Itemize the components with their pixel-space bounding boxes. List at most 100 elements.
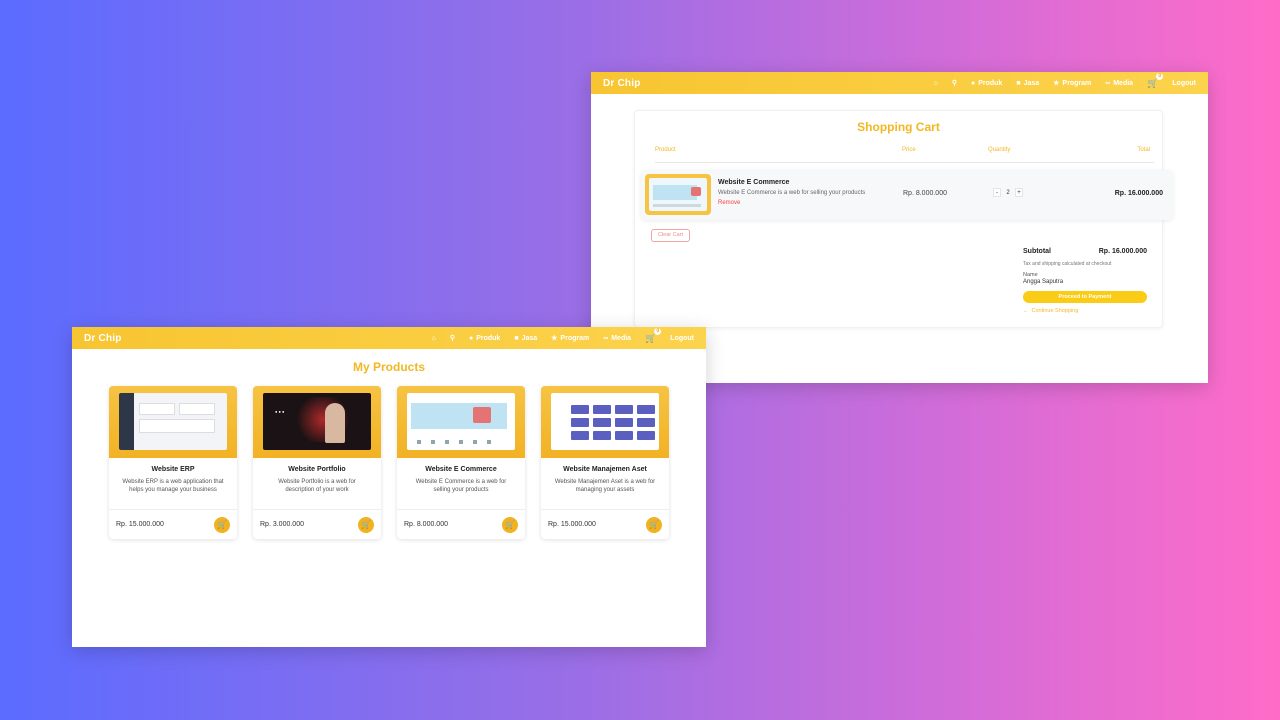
product-card: Website ERP Website ERP is a web applica… (109, 386, 237, 539)
search-icon[interactable]: ⚲ (952, 79, 957, 87)
home-icon[interactable]: ⌂ (432, 335, 436, 342)
nav-item-media[interactable]: ∞ Media (1105, 80, 1133, 87)
product-image (109, 386, 237, 458)
nav-item-media[interactable]: ∞ Media (603, 335, 631, 342)
nav-menu: ⌂ ⚲ ● Produk ■ Jasa ★ Program ∞ Media 🛒 0 Log… (432, 327, 694, 344)
product-image (541, 386, 669, 458)
nav-item-program[interactable]: ★ Program (1053, 80, 1091, 87)
product-price: Rp. 15.000.000 (548, 521, 596, 528)
star-icon: ★ (551, 334, 558, 342)
cart-count-badge: 0 (1156, 72, 1164, 80)
product-price: Rp. 15.000.000 (116, 521, 164, 528)
nav-item-jasa[interactable]: ■ Jasa (1016, 80, 1039, 87)
product-description: Website ERP is a web application that he… (122, 479, 224, 493)
product-footer: Rp. 3.000.000 🛒 (253, 509, 381, 539)
cart-summary: Subtotal Rp. 16.000.000 Tax and shipping… (1023, 248, 1147, 314)
nav-item-label: Program (560, 334, 590, 342)
increment-button[interactable]: + (1015, 188, 1023, 197)
product-price: Rp. 8.000.000 (404, 521, 448, 528)
nav-menu: ⌂ ⚲ ● Produk ■ Jasa ★ Program ∞ Media 🛒 0 Log… (934, 72, 1196, 89)
cart-item-total: Rp. 16.000.000 (1114, 190, 1163, 197)
product-name: Website E Commerce (425, 466, 497, 473)
nav-item-produk[interactable]: ● Produk (469, 335, 500, 342)
proceed-to-payment-button[interactable]: Proceed to Payment (1023, 291, 1147, 303)
nav-item-jasa[interactable]: ■ Jasa (514, 335, 537, 342)
nav-item-label: Program (1062, 79, 1092, 87)
page-title: My Products (352, 360, 425, 374)
products-window: Dr Chip ⌂ ⚲ ● Produk ■ Jasa ★ Program ∞ Medi… (72, 327, 706, 647)
product-card: Website E Commerce Website E Commerce is… (397, 386, 525, 539)
nav-item-program[interactable]: ★ Program (551, 335, 589, 342)
tag-icon: ● (970, 79, 976, 87)
brand-logo[interactable]: Dr Chip (84, 333, 432, 344)
subtotal-row: Subtotal Rp. 16.000.000 (1023, 248, 1147, 255)
logout-link[interactable]: Logout (1172, 80, 1196, 87)
header-total: Total (1137, 147, 1150, 153)
nav-item-label: Media (1113, 79, 1134, 87)
link-icon: ∞ (603, 334, 609, 342)
subtotal-label: Subtotal (1023, 248, 1051, 255)
product-footer: Rp. 8.000.000 🛒 (397, 509, 525, 539)
navbar: Dr Chip ⌂ ⚲ ● Produk ■ Jasa ★ Program ∞ Medi… (591, 72, 1208, 94)
tag-icon: ● (468, 334, 474, 342)
cart-card: Shopping Cart Product Price Quantity Tot… (634, 110, 1173, 328)
continue-shopping-link[interactable]: ← Continue Shopping (1023, 308, 1147, 314)
subtotal-value: Rp. 16.000.000 (1098, 248, 1147, 255)
logout-link[interactable]: Logout (670, 335, 694, 342)
nav-item-label: Jasa (1023, 79, 1040, 87)
product-card: Website Manajemen Aset Website Manajemen… (541, 386, 669, 539)
product-thumbnail (645, 174, 711, 215)
briefcase-icon: ■ (514, 334, 519, 342)
decrement-button[interactable]: - (993, 188, 1001, 197)
cart-item-price: Rp. 8.000.000 (903, 190, 947, 197)
tax-note: Tax and shipping calculated at checkout (1023, 261, 1112, 267)
arrow-left-icon: ← (1023, 308, 1029, 314)
brand-logo[interactable]: Dr Chip (603, 78, 934, 89)
nav-item-label: Media (611, 334, 632, 342)
nav-item-label: Produk (476, 334, 501, 342)
product-price: Rp. 3.000.000 (260, 521, 304, 528)
nav-item-label: Jasa (521, 334, 538, 342)
name-label: Name (1023, 272, 1038, 278)
add-to-cart-button[interactable]: 🛒 (646, 516, 662, 533)
navbar: Dr Chip ⌂ ⚲ ● Produk ■ Jasa ★ Program ∞ Medi… (72, 327, 706, 349)
cart-table-header: Product Price Quantity Total (655, 147, 1154, 163)
product-image: ● ● ● (253, 386, 381, 458)
cart-count-badge: 0 (654, 327, 662, 335)
cart-item-description: Website E Commerce is a web for selling … (718, 190, 866, 196)
star-icon: ★ (1053, 79, 1060, 87)
product-name: Website ERP (151, 466, 195, 473)
name-value: Angga Saputra (1023, 279, 1064, 285)
add-to-cart-button[interactable]: 🛒 (358, 516, 374, 533)
link-icon: ∞ (1105, 79, 1111, 87)
product-name: Website Manajemen Aset (563, 466, 647, 473)
product-description: Website Portfolio is a web for descripti… (278, 479, 356, 493)
product-image (397, 386, 525, 458)
cart-icon[interactable]: 🛒 0 (645, 327, 662, 344)
product-card: ● ● ● Website Portfolio Website Portfoli… (253, 386, 381, 539)
product-description: Website Manajemen Aset is a web for mana… (554, 479, 656, 493)
cart-item-row: Website E Commerce Website E Commerce is… (641, 170, 1173, 220)
header-quantity: Quantity (988, 147, 1011, 153)
remove-link[interactable]: Remove (718, 200, 740, 206)
product-footer: Rp. 15.000.000 🛒 (109, 509, 237, 539)
header-product: Product (655, 147, 676, 153)
add-to-cart-button[interactable]: 🛒 (214, 516, 230, 533)
add-to-cart-button[interactable]: 🛒 (502, 516, 518, 533)
quantity-stepper: - 2 + (993, 188, 1023, 197)
home-icon[interactable]: ⌂ (934, 80, 938, 87)
nav-item-produk[interactable]: ● Produk (971, 80, 1002, 87)
continue-shopping-label: Continue Shopping (1031, 308, 1079, 314)
header-price: Price (902, 147, 916, 153)
cart-icon[interactable]: 🛒 0 (1147, 72, 1164, 89)
clear-cart-button[interactable]: Clear Cart (651, 229, 690, 242)
page-title: Shopping Cart (857, 120, 940, 134)
cart-item-name: Website E Commerce (718, 179, 790, 186)
product-description: Website E Commerce is a web for selling … (415, 479, 507, 493)
briefcase-icon: ■ (1016, 79, 1021, 87)
quantity-value: 2 (1006, 189, 1010, 196)
product-grid: Website ERP Website ERP is a web applica… (109, 386, 669, 539)
search-icon[interactable]: ⚲ (450, 334, 455, 342)
product-name: Website Portfolio (288, 466, 346, 473)
nav-item-label: Produk (978, 79, 1003, 87)
